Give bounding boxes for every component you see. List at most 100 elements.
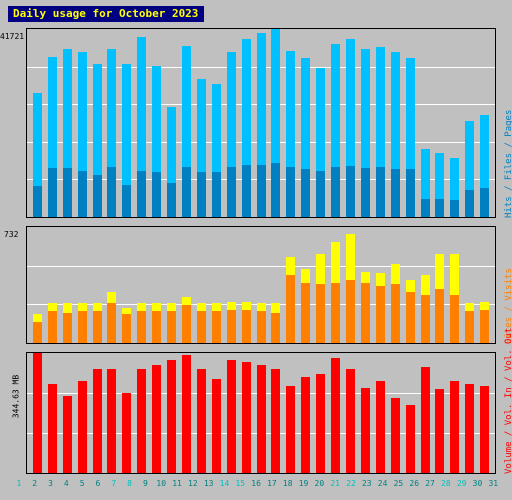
bar-slot (134, 227, 149, 343)
bar-slot (119, 227, 134, 343)
bar (182, 46, 192, 217)
bar-segment-pages (211, 172, 221, 217)
bar (211, 379, 221, 473)
bar-slot (194, 353, 209, 473)
bar (405, 280, 415, 343)
bar-slot (447, 29, 462, 217)
bar (390, 264, 400, 343)
bar-segment-sites (301, 283, 311, 343)
bar-slot (105, 227, 120, 343)
bar-slot (477, 353, 492, 473)
bar-segment-sites (182, 305, 192, 343)
legend-top-text: Hits / Files / Pages (504, 109, 512, 218)
bar-slot (477, 29, 492, 217)
bar (405, 58, 415, 217)
bar-slot (283, 29, 298, 217)
bar (137, 303, 147, 343)
y-axis-max-bottom: 344.63 MB (11, 374, 21, 419)
bar-slot (477, 227, 492, 343)
bar (256, 303, 266, 343)
bar-slot (403, 29, 418, 217)
bar-slot (462, 227, 477, 343)
bar-slot (164, 29, 179, 217)
bar-slot (373, 29, 388, 217)
x-tick-label: 28 (441, 479, 451, 488)
bar (331, 242, 341, 343)
bar-slot (105, 29, 120, 217)
panel-volume (26, 352, 496, 474)
bar-slot (239, 353, 254, 473)
bar-segment-pages (286, 167, 296, 217)
bar-segment-pages (465, 190, 475, 217)
bar-slot (179, 227, 194, 343)
bar (47, 57, 57, 217)
bar (465, 303, 475, 343)
bar-segment-pages (405, 169, 415, 217)
bar-slot (224, 29, 239, 217)
bar-slot (269, 227, 284, 343)
bar-slot (60, 29, 75, 217)
bar-segment-sites (286, 275, 296, 343)
bar-slot (447, 353, 462, 473)
bar (196, 79, 206, 217)
bar-segment-pages (331, 167, 341, 217)
bar-segment-pages (167, 183, 177, 217)
bar-slot (194, 29, 209, 217)
bar-group (27, 29, 495, 217)
bar (122, 308, 132, 343)
bar-slot (298, 29, 313, 217)
bar-segment-sites (77, 311, 87, 343)
bar (77, 52, 87, 217)
bar (286, 257, 296, 343)
bar (420, 149, 430, 217)
bar (256, 33, 266, 217)
bar-slot (358, 227, 373, 343)
bar-segment-sites (241, 310, 251, 343)
bar-segment-sites (62, 313, 72, 343)
bar-slot (373, 227, 388, 343)
bar-segment-pages (77, 171, 87, 217)
bar (286, 51, 296, 217)
bar-slot (462, 29, 477, 217)
bar-segment-pages (182, 167, 192, 217)
x-tick-label: 7 (111, 479, 117, 488)
bar-slot (239, 227, 254, 343)
x-tick-label: 19 (298, 479, 309, 488)
bar (465, 384, 475, 473)
bar-slot (194, 227, 209, 343)
bar-segment-sites (316, 284, 326, 343)
bar (77, 381, 87, 473)
bar-slot (313, 227, 328, 343)
bar-segment-sites (345, 280, 355, 343)
bar-slot (90, 353, 105, 473)
bar-segment-pages (196, 172, 206, 217)
bar-slot (283, 227, 298, 343)
bar-segment-pages (92, 175, 102, 217)
x-tick-label: 1 (16, 479, 22, 488)
bar (211, 84, 221, 217)
bar-slot (45, 29, 60, 217)
bar-segment-sites (107, 303, 117, 343)
bar-segment-sites (360, 283, 370, 343)
bar (152, 365, 162, 473)
bar (390, 52, 400, 217)
bar-slot (418, 353, 433, 473)
bar-segment-pages (360, 168, 370, 217)
bar (271, 369, 281, 473)
bar (420, 275, 430, 343)
bar-segment-pages (345, 166, 355, 217)
x-tick-label: 5 (79, 479, 85, 488)
bar-slot (373, 353, 388, 473)
bar-segment-pages (435, 199, 445, 217)
bar (241, 362, 251, 473)
bar-segment-pages (256, 165, 266, 217)
x-tick-label: 25 (393, 479, 404, 488)
bar-segment-sites (375, 286, 385, 343)
bar-slot (134, 353, 149, 473)
bar (122, 393, 132, 473)
bar (122, 64, 132, 217)
bar (92, 303, 102, 343)
x-axis-day-labels: 1 2 3 4 5 6 7 8 9 10 11 12 13 14 15 16 17 18 19 20 21 22 23 24 2… (8, 478, 504, 492)
bar-slot (60, 227, 75, 343)
bar-slot (239, 29, 254, 217)
